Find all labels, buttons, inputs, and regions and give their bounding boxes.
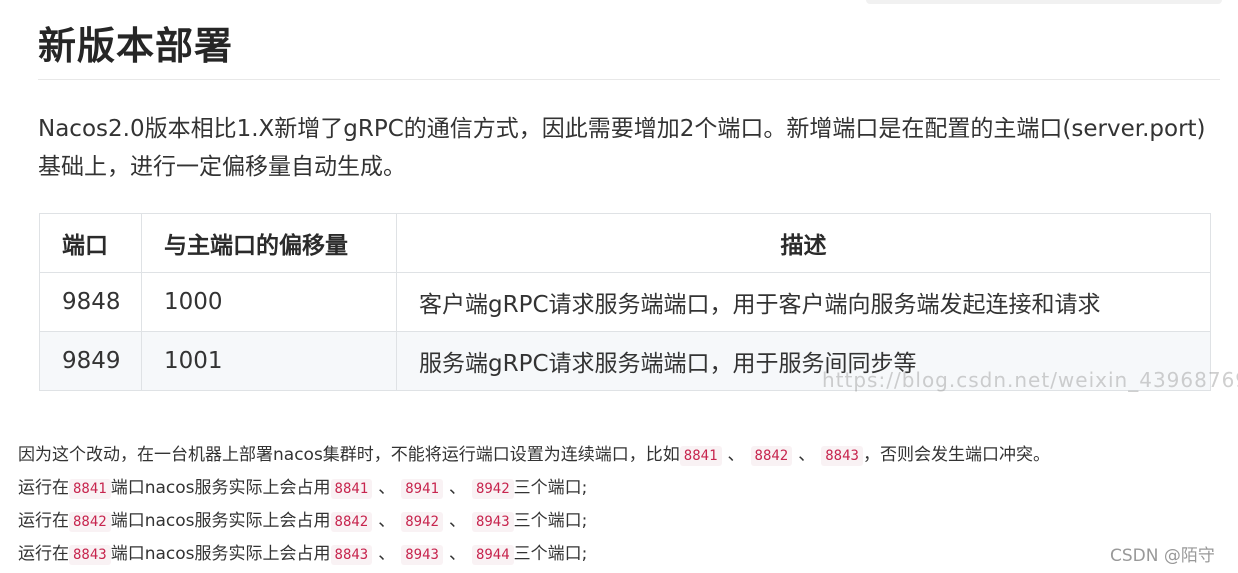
- cell-description: 客户端gRPC请求服务端端口，用于客户端向服务端发起连接和请求: [396, 272, 1211, 332]
- example-tail: 三个端口;: [513, 544, 588, 564]
- port-code: 8841: [679, 446, 722, 466]
- example-mid: 端口nacos服务实际上会占用: [110, 544, 331, 564]
- port-code: 8942: [401, 512, 443, 532]
- separator: 、: [448, 511, 466, 531]
- separator: 、: [378, 478, 396, 498]
- port-code: 8842: [69, 512, 111, 532]
- port-code: 8943: [401, 545, 443, 565]
- example-tail: 三个端口;: [513, 478, 588, 498]
- port-code: 8942: [471, 479, 514, 499]
- separator: 、: [448, 478, 466, 498]
- separator: 、: [448, 544, 466, 564]
- example-lead: 运行在: [18, 544, 69, 564]
- notes-block: 因为这个改动，在一台机器上部署nacos集群时，不能将运行端口设置为连续端口，比…: [18, 439, 1050, 571]
- header-description: 描述: [396, 213, 1211, 273]
- note-prefix: 因为这个改动，在一台机器上部署nacos集群时，不能将运行端口设置为连续端口，比…: [18, 445, 680, 465]
- note-suffix: ，否则会发生端口冲突。: [862, 445, 1050, 465]
- example-mid: 端口nacos服务实际上会占用: [110, 478, 331, 498]
- table-row: 9848 1000 客户端gRPC请求服务端端口，用于客户端向服务端发起连接和请…: [39, 272, 1211, 332]
- note-line: 因为这个改动，在一台机器上部署nacos集群时，不能将运行端口设置为连续端口，比…: [18, 439, 1050, 472]
- separator: 、: [727, 445, 745, 465]
- example-lead: 运行在: [18, 478, 69, 498]
- image-watermark: https://blog.csdn.net/weixin_43968769: [822, 368, 1238, 392]
- port-code: 8841: [330, 479, 373, 499]
- example-mid: 端口nacos服务实际上会占用: [110, 511, 331, 531]
- port-code: 8842: [750, 446, 793, 466]
- cell-port: 9849: [39, 331, 142, 391]
- csdn-author-watermark: CSDN @陌守: [1110, 546, 1215, 566]
- port-code: 8841: [69, 479, 111, 499]
- cell-port: 9848: [39, 272, 142, 332]
- separator: 、: [798, 445, 816, 465]
- table-header-row: 端口 与主端口的偏移量 描述: [39, 213, 1211, 273]
- intro-paragraph: Nacos2.0版本相比1.X新增了gRPC的通信方式，因此需要增加2个端口。新…: [38, 116, 1206, 180]
- cell-offset: 1001: [141, 331, 397, 391]
- cell-offset: 1000: [141, 272, 397, 332]
- example-line: 运行在 8841 端口nacos服务实际上会占用 8841、 8941、 8942 三个端口…: [18, 472, 1050, 505]
- header-port: 端口: [39, 213, 142, 273]
- port-code: 8941: [401, 479, 443, 499]
- ports-table: 端口 与主端口的偏移量 描述 9848 1000 客户端gRPC请求服务端端口，…: [39, 213, 1211, 391]
- port-code: 8843: [330, 545, 373, 565]
- port-code: 8842: [330, 512, 373, 532]
- top-bar-shadow: [866, 0, 1222, 4]
- separator: 、: [378, 511, 396, 531]
- separator: 、: [378, 544, 396, 564]
- port-code: 8944: [471, 545, 514, 565]
- example-line: 运行在 8842 端口nacos服务实际上会占用 8842、 8942、 8943 三个端口…: [18, 505, 1050, 538]
- port-code: 8843: [69, 545, 111, 565]
- example-line: 运行在 8843 端口nacos服务实际上会占用 8843、 8943、 8944 三个端口…: [18, 538, 1050, 571]
- page-title: 新版本部署: [38, 24, 234, 68]
- heading-divider: [38, 79, 1220, 80]
- port-code: 8943: [471, 512, 514, 532]
- example-tail: 三个端口;: [513, 511, 588, 531]
- header-offset: 与主端口的偏移量: [141, 213, 397, 273]
- example-lead: 运行在: [18, 511, 69, 531]
- port-code: 8843: [821, 446, 863, 466]
